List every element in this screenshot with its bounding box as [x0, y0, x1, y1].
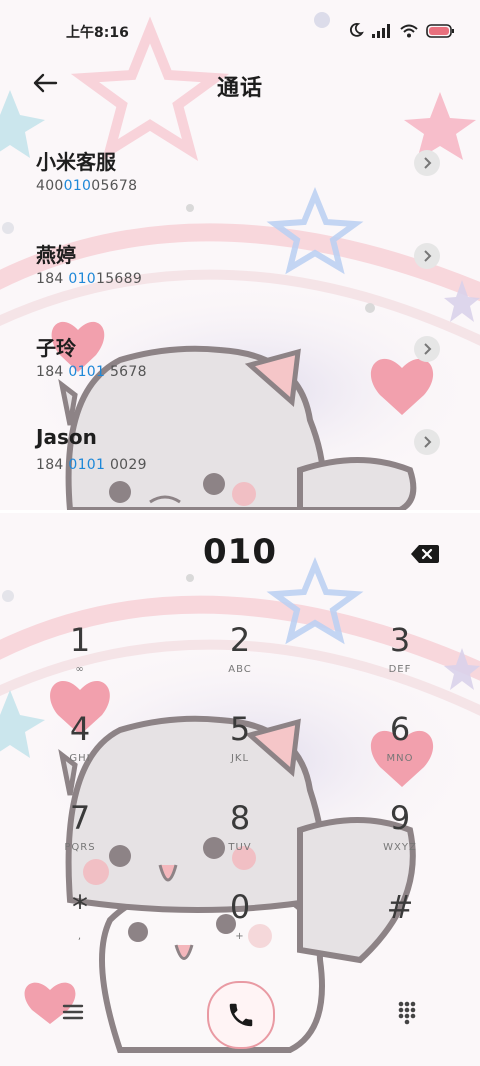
dialed-number: 010: [203, 532, 277, 572]
voicemail-icon: ∞: [75, 664, 85, 675]
key-7[interactable]: 7 PQRS: [20, 796, 140, 876]
contact-row[interactable]: Jason 184 0101 0029: [0, 417, 480, 510]
contact-number: 40001005678: [36, 178, 138, 194]
contact-detail-button[interactable]: [414, 243, 440, 269]
dialer-bottom-bar: [0, 975, 480, 1055]
key-1[interactable]: 1 ∞: [20, 618, 140, 698]
key-star[interactable]: *,: [20, 885, 140, 965]
contact-row[interactable]: 子玲 184 0101 5678: [0, 324, 480, 417]
key-4[interactable]: 4 GHI: [20, 707, 140, 787]
chevron-right-icon: [424, 250, 432, 262]
contact-row[interactable]: 燕婷 184 01015689: [0, 231, 480, 324]
contact-number: 184 0101 0029: [36, 457, 147, 473]
contact-name: Jason: [36, 425, 97, 449]
key-8[interactable]: 8 TUV: [180, 796, 300, 876]
contact-detail-button[interactable]: [414, 336, 440, 362]
key-9[interactable]: 9 WXYZ: [340, 796, 460, 876]
contact-suggestion-list: 小米客服 40001005678 燕婷 184 01015689 子玲 184 …: [0, 138, 480, 510]
key-2[interactable]: 2 ABC: [180, 618, 300, 698]
key-6[interactable]: 6 MNO: [340, 707, 460, 787]
contact-name: 小米客服: [36, 150, 116, 174]
key-0[interactable]: 0 +: [180, 885, 300, 965]
page-title: 通话: [216, 76, 263, 101]
status-bar: 上午8:16: [0, 0, 480, 60]
signal-icon: [372, 23, 392, 42]
moon-icon: [348, 22, 364, 42]
call-button[interactable]: [207, 981, 275, 1049]
contact-name: 燕婷: [36, 243, 76, 267]
backspace-button[interactable]: [410, 543, 440, 565]
battery-icon: [426, 23, 454, 42]
contact-detail-button[interactable]: [414, 429, 440, 455]
contact-detail-button[interactable]: [414, 150, 440, 176]
chevron-right-icon: [424, 436, 432, 448]
contact-row[interactable]: 小米客服 40001005678: [0, 138, 480, 231]
dialpad-icon: [398, 1001, 416, 1025]
key-5[interactable]: 5 JKL: [180, 707, 300, 787]
chevron-right-icon: [424, 343, 432, 355]
key-hash[interactable]: #: [340, 885, 460, 965]
phone-icon: [229, 1003, 253, 1027]
divider: [0, 510, 480, 513]
contact-name: 子玲: [36, 336, 76, 360]
menu-icon: [62, 1004, 84, 1020]
contact-number: 184 0101 5678: [36, 364, 147, 380]
app-header: 通话: [0, 60, 480, 108]
menu-button[interactable]: [58, 997, 88, 1027]
chevron-right-icon: [424, 157, 432, 169]
status-icons: [348, 22, 454, 42]
key-3[interactable]: 3 DEF: [340, 618, 460, 698]
contact-number: 184 01015689: [36, 271, 143, 287]
wifi-icon: [400, 23, 418, 42]
status-time: 上午8:16: [66, 25, 129, 41]
backspace-icon: [411, 545, 439, 563]
dialpad-toggle-button[interactable]: [392, 997, 422, 1027]
